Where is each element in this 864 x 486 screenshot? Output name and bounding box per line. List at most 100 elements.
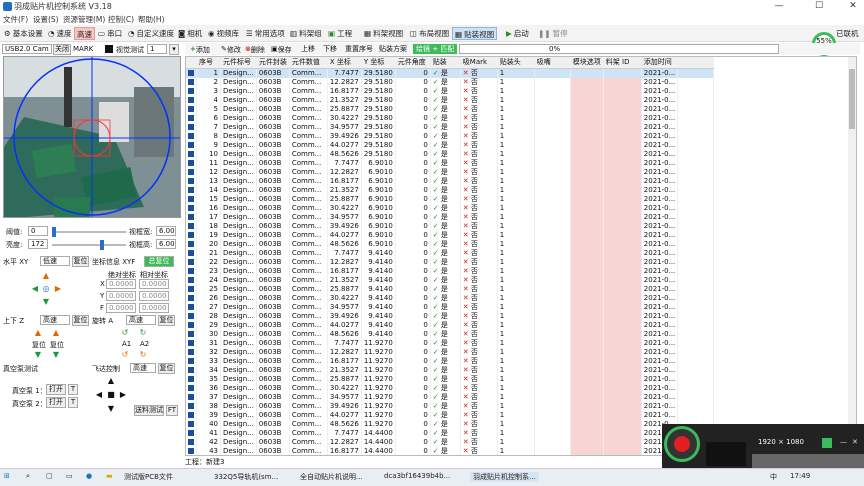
z2-up-icon[interactable]: ▲: [51, 328, 61, 338]
view-width-input[interactable]: 6.00: [156, 226, 176, 236]
feeder-group-button[interactable]: ▥ 料架组: [288, 27, 324, 40]
feeder-view-button[interactable]: ▦ 料架视图: [362, 27, 405, 40]
threshold-input[interactable]: 0: [28, 226, 48, 236]
row-checkbox[interactable]: [188, 249, 194, 256]
row-checkbox[interactable]: [188, 204, 194, 211]
placement-scheme-button[interactable]: 贴装方案: [379, 44, 407, 54]
table-row[interactable]: 11 Design... 0603B Comm... 7.7477 6.9010 0 ✓ 是 ✕…: [186, 158, 846, 168]
table-row[interactable]: 33 Design... 0603B Comm... 16.8177 11.9270 0 ✓ …: [186, 356, 846, 366]
z1-up-icon[interactable]: ▲: [33, 328, 43, 338]
table-row[interactable]: 4 Design... 0603B Comm... 21.3527 29.5180 0 ✓ 是…: [186, 95, 846, 105]
table-row[interactable]: 31 Design... 0603B Comm... 7.7477 11.9270 0 ✓ 是…: [186, 338, 846, 348]
delete-button[interactable]: ⊗ 删除: [245, 44, 265, 54]
table-row[interactable]: 29 Design... 0603B Comm... 44.0277 9.4140 0 ✓ 是…: [186, 320, 846, 330]
col-header[interactable]: 添加时间: [641, 57, 679, 69]
menu-file[interactable]: 文件(F): [3, 14, 28, 25]
table-row[interactable]: 19 Design... 0603B Comm... 44.0277 6.9010 0 ✓ 是…: [186, 230, 846, 240]
row-checkbox[interactable]: [188, 276, 194, 283]
row-checkbox[interactable]: [188, 321, 194, 328]
row-checkbox[interactable]: [188, 285, 194, 292]
y-down-arrow-icon[interactable]: ▼: [41, 297, 51, 307]
mark-color-swatch[interactable]: [105, 45, 113, 53]
table-row[interactable]: 32 Design... 0603B Comm... 12.2827 11.9270 0 ✓ …: [186, 347, 846, 357]
row-checkbox[interactable]: [188, 267, 194, 274]
common-options-button[interactable]: ☰ 常用选项: [244, 27, 287, 40]
table-row[interactable]: 10 Design... 0603B Comm... 48.5626 29.5180 0 ✓ …: [186, 149, 846, 159]
row-checkbox[interactable]: [188, 330, 194, 337]
view-height-input[interactable]: 6.00: [156, 239, 176, 249]
maximize-button[interactable]: ☐: [806, 0, 832, 13]
camera-select[interactable]: USB2.0 Cam: [2, 44, 52, 54]
feeder-stop-icon[interactable]: ■: [106, 390, 116, 400]
move-up-button[interactable]: 上移: [301, 44, 315, 54]
taskbar-item-active[interactable]: 羽成贴片机控制系...: [470, 472, 539, 482]
row-checkbox[interactable]: [188, 159, 194, 166]
z1-down-icon[interactable]: ▼: [33, 350, 43, 360]
record-ring[interactable]: [664, 426, 700, 462]
row-checkbox[interactable]: [188, 222, 194, 229]
taskbar-item[interactable]: 测试版PCB文件: [124, 472, 173, 482]
table-row[interactable]: 13 Design... 0603B Comm... 16.8177 6.9010 0 ✓ 是…: [186, 176, 846, 186]
close-button[interactable]: ✕: [840, 0, 864, 13]
table-row[interactable]: 27 Design... 0603B Comm... 34.9577 9.4140 0 ✓ 是…: [186, 302, 846, 312]
row-checkbox[interactable]: [188, 231, 194, 238]
row-checkbox[interactable]: [188, 303, 194, 310]
row-checkbox[interactable]: [188, 384, 194, 391]
table-row[interactable]: 9 Design... 0603B Comm... 44.0277 29.5180 0 ✓ 是…: [186, 140, 846, 150]
table-row[interactable]: 18 Design... 0603B Comm... 39.4926 6.9010 0 ✓ 是…: [186, 221, 846, 231]
row-checkbox[interactable]: [188, 69, 194, 76]
minimize-button[interactable]: —: [766, 0, 792, 13]
record-icon[interactable]: [674, 436, 690, 452]
col-header[interactable]: X 坐标: [327, 57, 362, 69]
vacuum2-t-button[interactable]: T: [68, 397, 78, 408]
folder-icon[interactable]: ▬: [106, 472, 113, 480]
video-close-icon[interactable]: ✕: [852, 438, 858, 446]
add-button[interactable]: + 添加: [190, 44, 210, 54]
row-checkbox[interactable]: [188, 366, 194, 373]
col-header[interactable]: 元件数值: [289, 57, 328, 69]
row-checkbox[interactable]: [188, 411, 194, 418]
table-row[interactable]: 5 Design... 0603B Comm... 25.8877 29.5180 0 ✓ 是…: [186, 104, 846, 114]
rotate-ccw-icon[interactable]: ↺: [120, 328, 130, 338]
task-view-icon[interactable]: ▢: [46, 472, 53, 480]
home-icon[interactable]: ◎: [41, 284, 51, 294]
row-checkbox[interactable]: [188, 168, 194, 175]
row-checkbox[interactable]: [188, 420, 194, 427]
table-row[interactable]: 24 Design... 0603B Comm... 21.3527 9.4140 0 ✓ 是…: [186, 275, 846, 285]
vision-lib-button[interactable]: ◉ 视频库: [206, 27, 241, 40]
row-checkbox[interactable]: [188, 240, 194, 247]
row-checkbox[interactable]: [188, 132, 194, 139]
row-checkbox[interactable]: [188, 123, 194, 130]
col-header[interactable]: 序号: [196, 57, 221, 69]
camera-button[interactable]: ◙ 相机: [176, 27, 204, 40]
feed-test-button[interactable]: 送料测试: [134, 405, 164, 416]
row-checkbox[interactable]: [188, 195, 194, 202]
save-button[interactable]: ▣ 保存: [271, 44, 292, 54]
y-up-arrow-icon[interactable]: ▲: [41, 271, 51, 281]
table-row[interactable]: 36 Design... 0603B Comm... 30.4227 11.9270 0 ✓ …: [186, 383, 846, 393]
video-minimize-icon[interactable]: —: [840, 438, 847, 446]
rotation-speed-select[interactable]: 高速: [126, 315, 156, 325]
x-right-arrow-icon[interactable]: ▶: [53, 284, 63, 294]
menu-resources[interactable]: 资源管理(M): [63, 14, 105, 25]
rotate-cw-icon[interactable]: ↻: [138, 328, 148, 338]
brightness-input[interactable]: 172: [28, 239, 48, 249]
table-row[interactable]: 17 Design... 0603B Comm... 34.9577 6.9010 0 ✓ 是…: [186, 212, 846, 222]
slider-thumb[interactable]: [100, 240, 104, 250]
table-row[interactable]: 21 Design... 0603B Comm... 7.7477 9.4140 0 ✓ 是 ✕…: [186, 248, 846, 258]
row-checkbox[interactable]: [188, 150, 194, 157]
row-checkbox[interactable]: [188, 348, 194, 355]
table-row[interactable]: 15 Design... 0603B Comm... 25.8877 6.9010 0 ✓ 是…: [186, 194, 846, 204]
table-row[interactable]: 35 Design... 0603B Comm... 25.8877 11.9270 0 ✓ …: [186, 374, 846, 384]
col-header[interactable]: 元件封装: [256, 57, 290, 69]
table-row[interactable]: 6 Design... 0603B Comm... 30.4227 29.5180 0 ✓ 是…: [186, 113, 846, 123]
vacuum1-t-button[interactable]: T: [68, 384, 78, 395]
project-button[interactable]: ▣ 工程: [326, 27, 354, 40]
col-header[interactable]: 元件标号: [220, 57, 257, 69]
row-checkbox[interactable]: [188, 357, 194, 364]
layout-view-button[interactable]: ◫ 布局视图: [408, 27, 451, 40]
col-header[interactable]: 吸Mark: [460, 57, 498, 69]
rotate-cw2-icon[interactable]: ↻: [138, 350, 148, 360]
menu-help[interactable]: 帮助(H): [138, 14, 165, 25]
brightness-slider[interactable]: [52, 240, 126, 250]
